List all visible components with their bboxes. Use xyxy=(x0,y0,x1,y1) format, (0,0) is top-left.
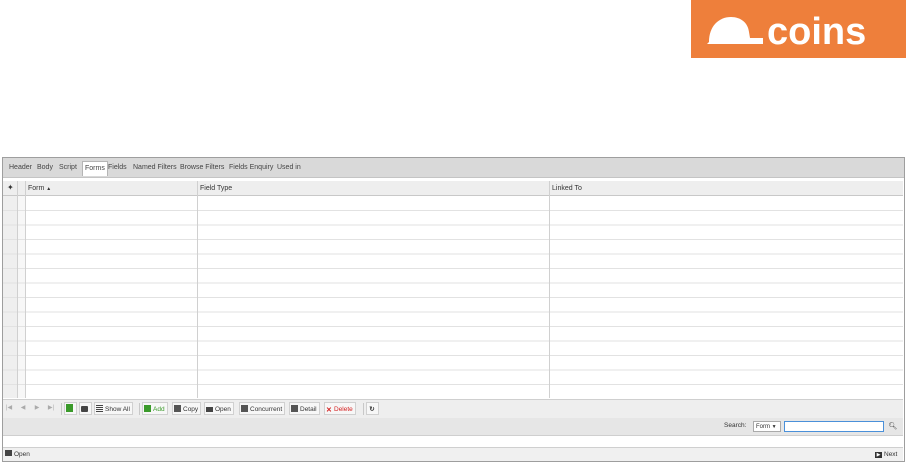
tab-script[interactable]: Script xyxy=(59,162,77,174)
list-icon xyxy=(96,405,103,412)
dropdown-arrow-icon: ▼ xyxy=(771,424,777,430)
search-field-select[interactable]: Form ▼ xyxy=(753,421,781,432)
delete-label: Delete xyxy=(334,406,353,413)
delete-x-icon: ✕ xyxy=(326,407,332,414)
printer-icon xyxy=(81,406,88,412)
next-arrow-icon: ▶ xyxy=(875,452,882,458)
copy-label: Copy xyxy=(183,406,199,413)
prev-page-icon[interactable]: ◀ xyxy=(19,404,27,413)
refresh-button[interactable]: ↻ xyxy=(366,402,379,415)
column-header-linked-to[interactable]: Linked To xyxy=(552,184,582,194)
column-header-field-type[interactable]: Field Type xyxy=(200,184,232,194)
add-button[interactable]: Add xyxy=(142,402,168,415)
toolbar-divider xyxy=(363,403,364,415)
tab-body[interactable]: Body xyxy=(37,162,53,174)
export-excel-button[interactable] xyxy=(64,402,77,415)
last-page-icon[interactable]: ▶| xyxy=(47,404,55,413)
copy-button[interactable]: Copy xyxy=(172,402,202,415)
show-all-button[interactable]: Show All xyxy=(94,402,133,415)
folder-open-icon xyxy=(5,450,12,456)
open-button[interactable]: Open xyxy=(204,402,234,415)
open-label: Open xyxy=(215,406,231,413)
refresh-icon: ↻ xyxy=(369,406,375,413)
sort-asc-icon: ▲ xyxy=(46,186,52,192)
next-label: Next xyxy=(884,451,898,458)
folder-icon xyxy=(206,407,213,412)
concurrent-label: Concurrent xyxy=(250,406,283,413)
add-document-icon xyxy=(144,405,151,412)
toolbar-divider xyxy=(61,403,62,415)
bottom-nav-bar: Open ▶ Next xyxy=(3,447,903,461)
logo-text: coins xyxy=(767,11,866,53)
add-label: Add xyxy=(153,406,165,413)
concurrent-icon xyxy=(241,405,248,412)
tab-fields[interactable]: Fields xyxy=(108,162,127,174)
next-button[interactable]: ▶ Next xyxy=(875,449,897,460)
column-header-form[interactable]: Form ▲ xyxy=(28,184,51,194)
tab-forms[interactable]: Forms xyxy=(82,161,108,176)
forms-grid: ✦ Form ▲ Field Type Linked To xyxy=(3,181,903,398)
column-header-form-label: Form xyxy=(28,185,45,192)
print-button[interactable] xyxy=(79,402,92,415)
search-icon[interactable]: 🔍︎ xyxy=(888,421,898,432)
pin-icon[interactable]: ✦ xyxy=(7,183,14,193)
concurrent-button[interactable]: Concurrent xyxy=(239,402,286,415)
coins-logo: coins xyxy=(691,0,906,58)
delete-button[interactable]: ✕ Delete xyxy=(324,402,356,415)
detail-icon xyxy=(291,405,298,412)
search-label: Search: xyxy=(724,422,747,429)
tab-used-in[interactable]: Used in xyxy=(277,162,301,174)
copy-icon xyxy=(174,405,181,412)
detail-button[interactable]: Detail xyxy=(289,402,320,415)
tab-fields-enquiry[interactable]: Fields Enquiry xyxy=(229,162,273,174)
grid-toolbar: |◀ ◀ ▶ ▶| Show All Add Copy Open Concurr… xyxy=(3,399,903,419)
tab-named-filters[interactable]: Named Filters xyxy=(133,162,177,174)
search-bar: Search: Form ▼ 🔍︎ xyxy=(3,418,903,436)
search-field-value: Form xyxy=(756,424,770,430)
grid-lines xyxy=(3,181,903,398)
tab-bar: Header Body Script Forms Fields Named Fi… xyxy=(3,158,904,178)
tab-header[interactable]: Header xyxy=(9,162,32,174)
first-page-icon[interactable]: |◀ xyxy=(5,404,13,413)
excel-icon xyxy=(66,404,73,412)
forms-panel: Header Body Script Forms Fields Named Fi… xyxy=(2,157,905,462)
show-all-label: Show All xyxy=(105,406,130,413)
toolbar-divider xyxy=(139,403,140,415)
tab-browse-filters[interactable]: Browse Filters xyxy=(180,162,224,174)
search-input[interactable] xyxy=(784,421,884,432)
hard-hat-logo-icon: coins xyxy=(707,11,866,53)
bottom-open-label: Open xyxy=(14,451,30,458)
detail-label: Detail xyxy=(300,406,317,413)
next-page-icon[interactable]: ▶ xyxy=(33,404,41,413)
bottom-open-button[interactable]: Open xyxy=(5,449,30,460)
